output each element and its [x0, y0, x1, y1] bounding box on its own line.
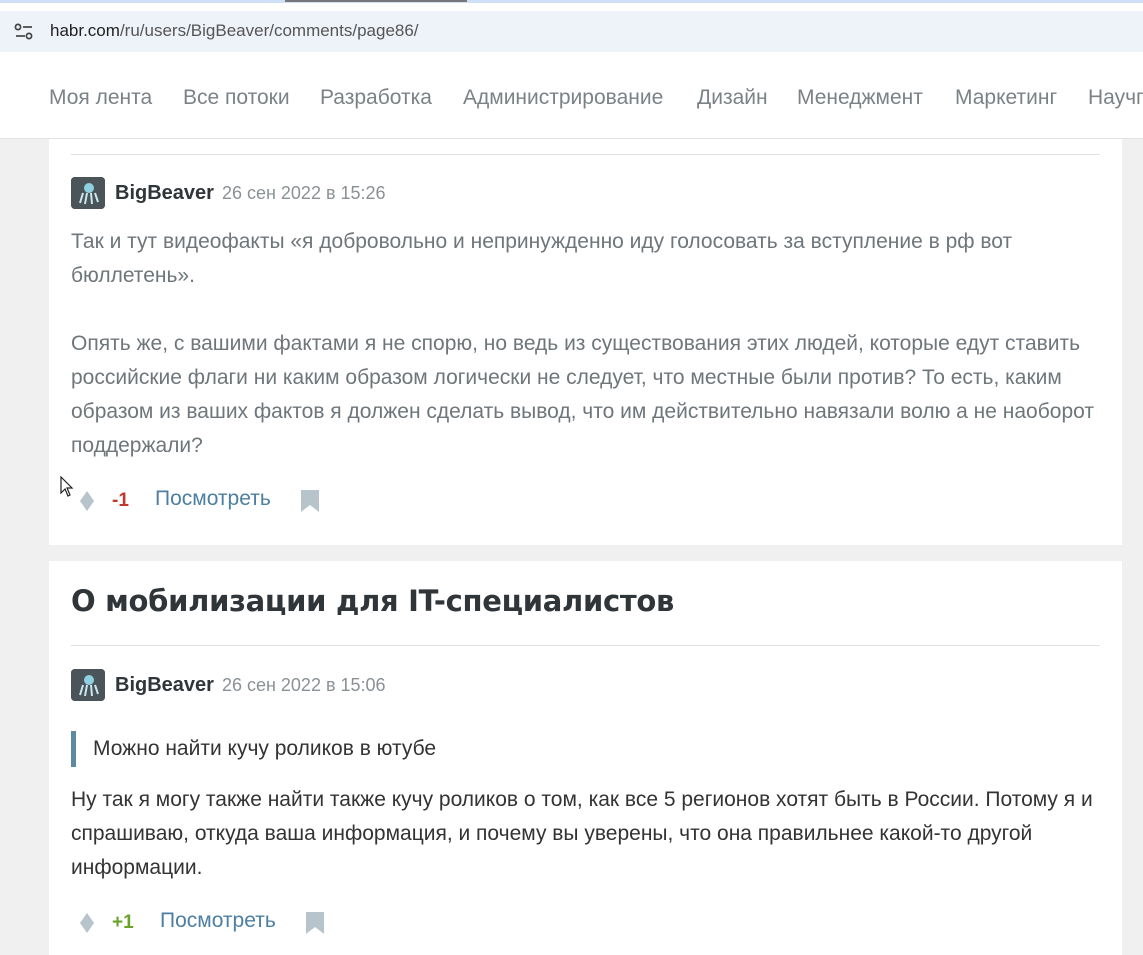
- comment-header: BigBeaver 26 сен 2022 в 15:06: [71, 669, 386, 701]
- url-host: habr.com: [50, 21, 120, 40]
- url-text[interactable]: habr.com/ru/users/BigBeaver/comments/pag…: [50, 21, 419, 41]
- comment-author[interactable]: BigBeaver: [115, 674, 214, 697]
- url-field[interactable]: habr.com/ru/users/BigBeaver/comments/pag…: [0, 11, 1143, 52]
- active-tab-indicator: [285, 0, 467, 2]
- divider: [71, 645, 1100, 646]
- view-comment-link[interactable]: Посмотреть: [155, 487, 271, 511]
- avatar-image-icon: [71, 177, 105, 209]
- view-comment-link[interactable]: Посмотреть: [160, 909, 276, 933]
- mouse-cursor-icon: [60, 476, 74, 497]
- divider: [71, 154, 1100, 155]
- url-path: /ru/users/BigBeaver/comments/page86/: [119, 21, 419, 40]
- comment-header: BigBeaver 26 сен 2022 в 15:26: [71, 177, 386, 209]
- comment-author[interactable]: BigBeaver: [115, 182, 214, 205]
- hub-navigation: Моя лента Все потоки Разработка Админист…: [0, 62, 1143, 139]
- comment-date[interactable]: 26 сен 2022 в 15:26: [222, 183, 386, 204]
- avatar[interactable]: [71, 177, 105, 209]
- nav-item-management[interactable]: Менеджмент: [797, 86, 923, 110]
- vote-diamond-icon[interactable]: [80, 913, 94, 933]
- comment-card: О мобилизации для IT-специалистов BigBea…: [49, 561, 1122, 955]
- bookmark-icon[interactable]: [301, 490, 319, 512]
- nav-item-administration[interactable]: Администрирование: [463, 86, 663, 110]
- comment-card: BigBeaver 26 сен 2022 в 15:26 Так и тут …: [49, 139, 1122, 545]
- post-title[interactable]: О мобилизации для IT-специалистов: [71, 584, 674, 618]
- comment-quote: Можно найти кучу роликов в ютубе: [71, 731, 1071, 767]
- nav-item-my-feed[interactable]: Моя лента: [49, 86, 152, 110]
- nav-item-science[interactable]: Научп: [1088, 86, 1143, 110]
- comment-score: -1: [112, 490, 129, 511]
- nav-item-all-streams[interactable]: Все потоки: [183, 86, 290, 110]
- tab-strip-edge: [0, 0, 1143, 3]
- comment-paragraph: Так и тут видеофакты «я добровольно и не…: [71, 230, 1013, 287]
- comment-text: Ну так я могу также найти также кучу рол…: [71, 783, 1111, 885]
- avatar[interactable]: [71, 669, 105, 701]
- comment-paragraph: Ну так я могу также найти также кучу рол…: [71, 788, 1093, 879]
- avatar-image-icon: [71, 669, 105, 701]
- comment-paragraph: Опять же, с вашими фактами я не спорю, н…: [71, 332, 1094, 457]
- nav-item-marketing[interactable]: Маркетинг: [955, 86, 1057, 110]
- nav-item-development[interactable]: Разработка: [320, 86, 432, 110]
- site-settings-icon[interactable]: [14, 23, 34, 41]
- comment-text: Так и тут видеофакты «я добровольно и не…: [71, 225, 1111, 463]
- vote-diamond-icon[interactable]: [80, 491, 94, 511]
- comment-date[interactable]: 26 сен 2022 в 15:06: [222, 675, 386, 696]
- nav-item-design[interactable]: Дизайн: [697, 86, 768, 110]
- comment-score: +1: [112, 912, 134, 933]
- browser-address-bar: habr.com/ru/users/BigBeaver/comments/pag…: [0, 0, 1143, 62]
- bookmark-icon[interactable]: [306, 912, 324, 934]
